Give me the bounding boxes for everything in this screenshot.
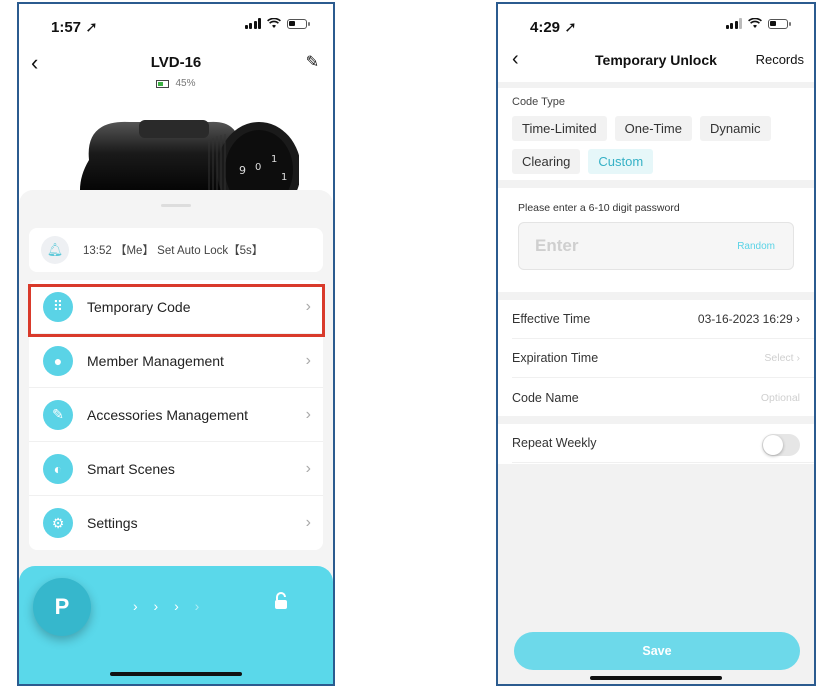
edit-icon[interactable]: ✎ [306, 52, 319, 72]
nav-bar: ‹ Temporary Unlock Records [498, 48, 814, 76]
effective-time-label: Effective Time [512, 312, 591, 326]
chevron-right-icon: › [305, 405, 311, 423]
recent-log[interactable]: 🔔︎ 13:52 【Me】 Set Auto Lock【5s】 [29, 228, 323, 272]
battery-icon [287, 18, 310, 29]
menu-item-label: Smart Scenes [87, 460, 175, 477]
status-bar: 4:29 ➚ [498, 4, 814, 46]
option-time-limited[interactable]: Time-Limited [512, 116, 607, 141]
menu-item-smart-scenes[interactable]: ◐ Smart Scenes › [29, 442, 323, 496]
save-button[interactable]: Save [514, 632, 800, 670]
cell-signal-icon [725, 18, 742, 29]
keypad-icon: ⠿ [43, 291, 73, 322]
unlock-icon [273, 592, 289, 615]
option-dynamic[interactable]: Dynamic [699, 116, 771, 141]
gear-icon: ⚙ [43, 508, 73, 538]
svg-text:1: 1 [271, 154, 277, 165]
header-area: 4:29 ➚ ‹ Temporary Unlock Records [498, 4, 814, 82]
battery-icon [768, 18, 791, 29]
sheet-handle[interactable] [161, 204, 191, 207]
expiration-time-row[interactable]: Expiration Time Select › [512, 339, 814, 378]
wifi-icon [267, 18, 281, 28]
wifi-icon [748, 18, 762, 28]
lock-battery: 45% [19, 78, 333, 89]
lock-battery-level: 45% [175, 78, 196, 89]
menu-item-label: Settings [87, 515, 138, 531]
menu-item-label: Member Management [87, 352, 224, 369]
svg-text:9: 9 [239, 164, 246, 177]
menu-item-temporary-code[interactable]: ⠿ Temporary Code › [29, 280, 323, 334]
temporary-unlock-screen: 4:29 ➚ ‹ Temporary Unlock Records Code T… [496, 2, 816, 686]
status-time: 1:57 ➚ [51, 19, 98, 36]
cell-signal-icon [244, 18, 261, 29]
svg-text:1: 1 [281, 172, 287, 183]
menu-item-settings[interactable]: ⚙ Settings › [29, 496, 323, 550]
person-icon: ● [43, 345, 73, 376]
code-name-input[interactable]: Optional [761, 392, 800, 404]
expiration-time-value: Select › [764, 352, 800, 364]
records-button[interactable]: Records [756, 52, 804, 67]
lock-battery-icon [156, 79, 170, 88]
page-title: LVD-16 [150, 54, 202, 71]
option-custom[interactable]: Custom [588, 149, 654, 174]
menu-item-label: Accessories Management [87, 406, 249, 423]
effective-time-row[interactable]: Effective Time 03-16-2023 16:29 › [512, 300, 814, 339]
option-clearing[interactable]: Clearing [512, 149, 581, 174]
code-type-options: Time-Limited One-Time Dynamic Clearing C… [512, 116, 804, 174]
svg-text:0: 0 [255, 162, 261, 173]
effective-time-value: 03-16-2023 16:29 › [697, 312, 800, 326]
key-button[interactable]: P [33, 578, 91, 636]
lock-detail-screen: 1:57 ➚ ‹ LVD-16 ✎ 45% 9 0 1 1 🔔︎ 13:52 【… [17, 2, 335, 686]
chevron-right-icon: › [305, 514, 311, 531]
feature-menu: ⠿ Temporary Code › ● Member Management ›… [29, 280, 323, 550]
chevron-right-icon: › [305, 297, 311, 315]
slide-arrows: › › › › [133, 598, 206, 614]
password-section: Please enter a 6-10 digit password Rando… [498, 188, 814, 292]
status-indicators [725, 18, 791, 29]
menu-item-member-management[interactable]: ● Member Management › [29, 334, 323, 388]
menu-item-accessories-management[interactable]: ✎ Accessories Management › [29, 388, 323, 442]
code-type-heading: Code Type [512, 96, 566, 108]
repeat-weekly-label: Repeat Weekly [512, 436, 597, 450]
repeat-weekly-toggle[interactable] [762, 434, 800, 456]
home-indicator [110, 672, 242, 676]
home-indicator [590, 676, 722, 680]
status-bar: 1:57 ➚ [19, 4, 333, 46]
code-type-section: Code Type Time-Limited One-Time Dynamic … [498, 88, 814, 180]
log-text: 13:52 【Me】 Set Auto Lock【5s】 [83, 245, 264, 257]
chevron-right-icon: › [305, 459, 311, 477]
menu-item-label: Temporary Code [87, 298, 191, 315]
toggle-icon: ◐ [43, 453, 73, 484]
option-one-time[interactable]: One-Time [614, 116, 692, 141]
password-hint: Please enter a 6-10 digit password [518, 202, 680, 214]
expiration-time-label: Expiration Time [512, 351, 599, 365]
slide-to-unlock[interactable]: P › › › › [19, 566, 333, 684]
repeat-weekly-section: Repeat Weekly [498, 424, 814, 464]
code-name-label: Code Name [512, 390, 579, 405]
bell-icon: 🔔︎ [41, 236, 69, 264]
status-indicators [244, 18, 310, 29]
random-button[interactable]: Random [737, 241, 775, 252]
time-settings-section: Effective Time 03-16-2023 16:29 › Expira… [498, 300, 814, 416]
code-name-row[interactable]: Code Name Optional [512, 378, 814, 417]
password-field: Random [518, 222, 794, 270]
brush-icon: ✎ [43, 399, 73, 430]
chevron-right-icon: › [305, 351, 311, 369]
password-input[interactable] [533, 235, 687, 257]
lock-product-image: 9 0 1 1 [80, 120, 299, 200]
status-time: 4:29 ➚ [530, 19, 577, 36]
nav-bar: ‹ LVD-16 ✎ [19, 48, 333, 78]
